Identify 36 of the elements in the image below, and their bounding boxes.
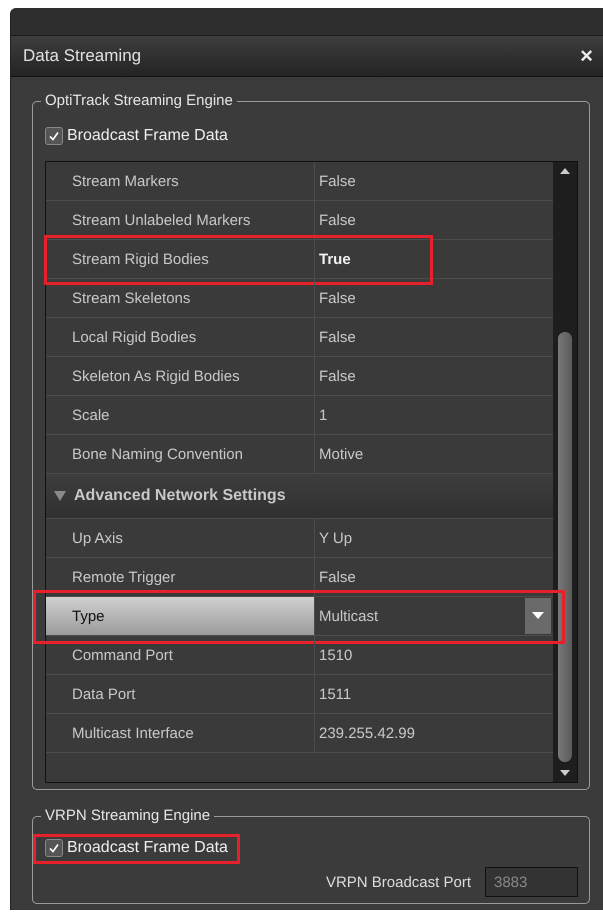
property-value[interactable]: 239.255.42.99 <box>315 714 553 752</box>
property-value[interactable]: True <box>315 240 553 278</box>
property-name[interactable]: Local Rigid Bodies <box>46 318 315 356</box>
property-value[interactable]: False <box>315 162 553 200</box>
property-value[interactable]: False <box>315 318 553 356</box>
property-name[interactable]: Remote Trigger <box>46 558 315 596</box>
property-value[interactable]: Motive <box>315 435 553 473</box>
property-value[interactable]: False <box>315 201 553 239</box>
property-name[interactable]: Bone Naming Convention <box>46 435 315 473</box>
checkbox-label[interactable]: Broadcast Frame Data <box>45 839 228 857</box>
property-name[interactable]: Skeleton As Rigid Bodies <box>46 357 315 395</box>
property-value[interactable]: False <box>315 357 553 395</box>
property-value[interactable]: 1 <box>315 396 553 434</box>
property-value[interactable]: Multicast <box>315 597 523 635</box>
property-name[interactable]: Command Port <box>46 636 315 674</box>
property-value[interactable]: False <box>315 279 553 317</box>
group-title: OptiTrack Streaming Engine <box>41 92 237 109</box>
property-name[interactable]: Up Axis <box>46 519 315 557</box>
property-value[interactable]: False <box>315 558 553 596</box>
property-value[interactable]: Y Up <box>315 519 553 557</box>
property-name[interactable]: Type <box>46 597 315 635</box>
property-name[interactable]: Stream Markers <box>46 162 315 200</box>
property-value[interactable]: 1510 <box>315 636 553 674</box>
property-name[interactable]: Stream Unlabeled Markers <box>46 201 315 239</box>
property-name[interactable]: Stream Rigid Bodies <box>46 240 315 278</box>
property-name[interactable]: Stream Skeletons <box>46 279 315 317</box>
category-title: Advanced Network Settings <box>74 487 286 505</box>
window-title: Data Streaming <box>23 46 142 66</box>
property-value[interactable]: 1511 <box>315 675 553 713</box>
close-button[interactable]: × <box>580 43 603 69</box>
property-name[interactable]: Scale <box>46 396 315 434</box>
port-label: VRPN Broadcast Port <box>326 874 471 890</box>
group-title: VRPN Streaming Engine <box>41 807 214 824</box>
property-name[interactable]: Data Port <box>46 675 315 713</box>
property-name[interactable]: Multicast Interface <box>46 714 315 752</box>
checkbox-label[interactable]: Broadcast Frame Data <box>45 127 228 145</box>
